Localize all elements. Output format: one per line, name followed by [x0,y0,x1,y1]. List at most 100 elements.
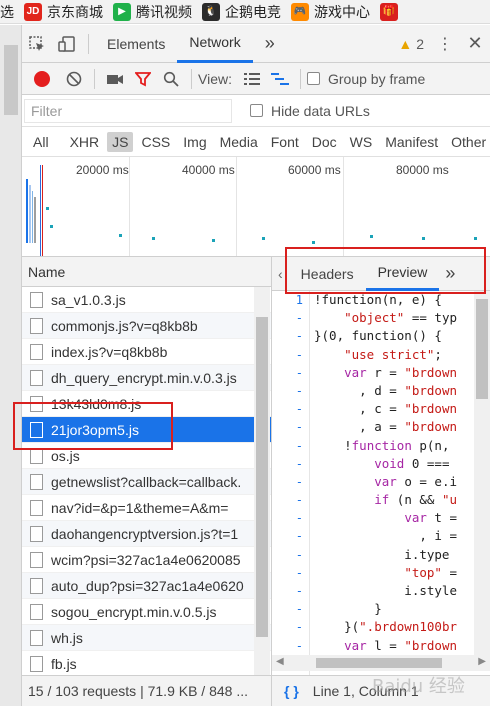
request-row[interactable]: os.js [22,443,271,469]
record-button[interactable] [34,70,50,87]
scroll-right-arrow-icon[interactable]: ▶ [478,656,486,667]
group-by-frame-checkbox[interactable] [306,72,320,85]
request-row[interactable]: daohangencryptversion.js?t=1 [22,521,271,547]
code-token: "use strict" [344,346,435,362]
request-row[interactable]: 21jor3opm5.js [22,417,271,443]
bookmark-label: 选 [0,3,14,20]
request-row[interactable]: wh.js [22,625,271,651]
timeline-gridline [236,157,237,256]
line-number: - [295,365,303,380]
scrollbar-thumb[interactable] [476,299,488,399]
bookmark-item[interactable]: JD 京东商城 [24,0,113,23]
pretty-print-icon[interactable]: { } [284,683,299,699]
line-number: - [295,638,303,653]
request-row[interactable]: sogou_encrypt.min.v.0.5.js [22,599,271,625]
clear-icon[interactable] [60,71,88,87]
type-filter-ws[interactable]: WS [345,132,378,152]
screenshot-camera-icon[interactable] [101,72,129,86]
preview-horizontal-scrollbar[interactable]: ◀ ▶ [272,655,490,671]
bookmark-label: 企鹅电竞 [225,3,281,20]
line-number: - [295,565,303,580]
timeline-tick-label: 40000 ms [182,163,235,177]
code-line: "object" == typ [314,309,490,327]
hide-data-urls-option[interactable]: Hide data URLs [250,103,370,119]
dom-content-loaded-line [40,165,41,256]
preview-vertical-scrollbar[interactable] [474,291,490,655]
type-filter-img[interactable]: Img [178,132,211,152]
type-filter-all[interactable]: All [28,132,54,152]
source-preview[interactable]: 1-------------------- !function(n, e) { … [272,291,490,675]
scrollbar-thumb[interactable] [256,317,268,637]
type-filter-font[interactable]: Font [266,132,304,152]
tabs-scroll-left-icon[interactable]: ‹ [272,257,289,291]
type-filter-css[interactable]: CSS [136,132,175,152]
timeline-request-dot [46,207,49,210]
timeline-tick-label: 80000 ms [396,163,449,177]
bookmark-item[interactable]: 🎁 [380,0,413,23]
inspect-element-icon[interactable] [22,25,52,63]
scroll-left-arrow-icon[interactable]: ◀ [276,656,284,667]
scrollbar-thumb[interactable] [4,45,18,115]
code-token: = [441,564,458,580]
name-column-header[interactable]: Name [22,257,272,287]
request-row[interactable]: dh_query_encrypt.min.v.0.3.js [22,365,271,391]
request-row[interactable]: sa_v1.0.3.js [22,287,271,313]
tab-preview[interactable]: Preview [365,257,440,291]
browser-side-scrollbar[interactable] [0,25,22,706]
request-row[interactable]: auto_dup?psi=327ac1a4e0620 [22,573,271,599]
type-filter-other[interactable]: Other [446,132,490,152]
device-toolbar-icon[interactable] [52,25,82,63]
bookmark-item[interactable]: ▶ 腾讯视频 [113,0,202,23]
type-filter-media[interactable]: Media [215,132,263,152]
search-icon[interactable] [157,71,185,87]
close-icon[interactable]: ✕ [460,25,490,63]
large-rows-list-icon[interactable] [238,72,266,86]
type-filter-js[interactable]: JS [107,131,134,152]
file-icon [30,603,43,620]
network-overview-timeline[interactable]: 20000 ms 40000 ms 60000 ms 80000 ms [22,157,490,257]
tab-headers[interactable]: Headers [289,257,366,291]
filter-input[interactable]: Filter [24,98,232,123]
line-number: - [295,402,303,417]
request-row[interactable]: fb.js [22,651,271,675]
timeline-request-dot [312,241,315,244]
code-line: var t = [314,509,490,527]
filter-funnel-icon[interactable] [129,71,157,87]
type-filter-doc[interactable]: Doc [307,132,342,152]
timeline-gridline [129,157,130,256]
request-row[interactable]: wcim?psi=327ac1a4e0620085 [22,547,271,573]
request-row[interactable]: getnewslist?callback=callback. [22,469,271,495]
bookmark-item[interactable]: 选 [0,0,24,23]
code-token: i.style [314,583,457,598]
request-row[interactable]: commonjs.js?v=q8kb8b [22,313,271,339]
tab-network[interactable]: Network [177,25,253,63]
code-line: if (n && "u [314,491,490,509]
more-tabs-button[interactable]: » [253,25,287,63]
timeline-gridline [343,157,344,256]
waterfall-overview-icon[interactable] [266,72,294,86]
timeline-activity-bar [34,197,36,243]
bookmark-item[interactable]: 🎮 游戏中心 [291,0,380,23]
type-filter-manifest[interactable]: Manifest [380,132,443,152]
bookmark-favicon-icon: ▶ [113,2,131,21]
request-row[interactable]: index.js?v=q8kb8b [22,339,271,365]
code-token: "brdown [404,401,457,417]
code-token: o = e.i [396,473,458,489]
file-icon [30,369,43,386]
tab-elements[interactable]: Elements [95,25,177,63]
line-number: - [295,329,303,344]
resource-type-filters: All XHR JS CSS Img Media Font Doc WS Manifest Othe… [22,127,490,157]
warnings-counter[interactable]: ▲ 2 [398,36,424,52]
request-row[interactable]: nav?id=&p=1&theme=A&m= [22,495,271,521]
more-options-icon[interactable]: ⋮ [430,25,460,63]
code-line: i.type [314,546,490,564]
scrollbar-thumb[interactable] [316,658,442,668]
code-token: "object" [344,310,405,326]
hide-data-urls-checkbox[interactable] [250,104,263,117]
type-filter-xhr[interactable]: XHR [65,132,105,152]
request-list-scrollbar[interactable] [254,287,270,675]
request-row[interactable]: 13k43ld0m8.js [22,391,271,417]
bookmark-item[interactable]: 🐧 企鹅电竞 [202,0,291,23]
more-detail-tabs-button[interactable]: » [439,257,461,291]
